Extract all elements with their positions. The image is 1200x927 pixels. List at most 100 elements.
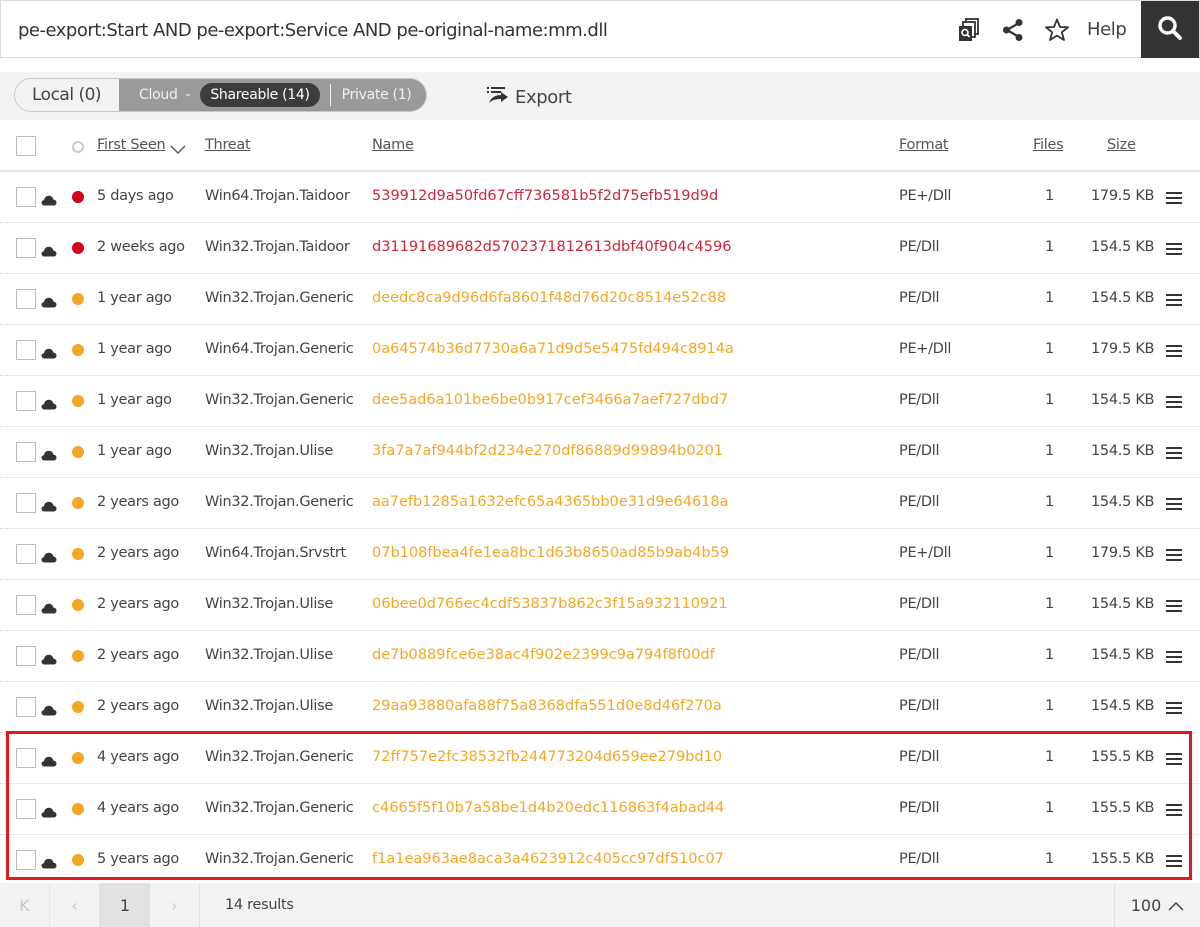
next-page-button[interactable]: › bbox=[150, 883, 200, 927]
column-threat[interactable]: Threat bbox=[205, 137, 251, 153]
row-checkbox[interactable] bbox=[16, 595, 36, 615]
row-menu-icon[interactable] bbox=[1166, 649, 1182, 668]
file-format: PE/Dll bbox=[899, 698, 940, 714]
table-row[interactable]: 2 years ago Win32.Trojan.Ulise 06bee0d766e… bbox=[0, 580, 1200, 631]
row-menu-icon[interactable] bbox=[1166, 547, 1182, 566]
row-checkbox[interactable] bbox=[16, 748, 36, 768]
row-checkbox[interactable] bbox=[16, 238, 36, 258]
file-count: 1 bbox=[1045, 749, 1054, 765]
row-menu-icon[interactable] bbox=[1166, 241, 1182, 260]
row-checkbox[interactable] bbox=[16, 799, 36, 819]
column-files[interactable]: Files bbox=[1033, 137, 1064, 153]
row-menu-icon[interactable] bbox=[1166, 343, 1182, 362]
sample-hash-link[interactable]: f1a1ea963ae8aca3a4623912c405cc97df510c07 bbox=[372, 851, 724, 867]
threat-name: Win32.Trojan.Ulise bbox=[205, 647, 333, 663]
row-checkbox[interactable] bbox=[16, 544, 36, 564]
share-icon[interactable] bbox=[998, 15, 1028, 45]
threat-name: Win32.Trojan.Generic bbox=[205, 749, 354, 765]
table-row[interactable]: 1 year ago Win32.Trojan.Generic dee5ad6a10… bbox=[0, 376, 1200, 427]
row-menu-icon[interactable] bbox=[1166, 802, 1182, 821]
sample-hash-link[interactable]: de7b0889fce6e38ac4f902e2399c9a794f8f00df bbox=[372, 647, 715, 663]
file-format: PE/Dll bbox=[899, 851, 940, 867]
local-tab[interactable]: Local (0) bbox=[15, 79, 120, 111]
status-dot bbox=[72, 446, 84, 458]
threat-name: Win64.Trojan.Srvstrt bbox=[205, 545, 346, 561]
row-checkbox[interactable] bbox=[16, 442, 36, 462]
column-size[interactable]: Size bbox=[1107, 137, 1136, 153]
sample-hash-link[interactable]: 539912d9a50fd67cff736581b5f2d75efb519d9d bbox=[372, 188, 718, 204]
private-tab[interactable]: Private (1) bbox=[342, 87, 412, 103]
help-link[interactable]: Help bbox=[1087, 19, 1127, 40]
sample-hash-link[interactable]: 0a64574b36d7730a6a71d9d5e5475fd494c8914a bbox=[372, 341, 734, 357]
row-menu-icon[interactable] bbox=[1166, 700, 1182, 719]
sample-hash-link[interactable]: 07b108fbea4fe1ea8bc1d63b8650ad85b9ab4b59 bbox=[372, 545, 729, 561]
row-menu-icon[interactable] bbox=[1166, 190, 1182, 209]
table-row[interactable]: 1 year ago Win32.Trojan.Generic deedc8ca9d… bbox=[0, 274, 1200, 325]
sample-hash-link[interactable]: d31191689682d5702371812613dbf40f904c4596 bbox=[372, 239, 731, 255]
sample-hash-link[interactable]: 72ff757e2fc38532fb244773204d659ee279bd10 bbox=[372, 749, 722, 765]
search-input[interactable] bbox=[18, 13, 918, 47]
status-dot bbox=[72, 497, 84, 509]
sample-hash-link[interactable]: 29aa93880afa88f75a8368dfa551d0e8d46f270a bbox=[372, 698, 722, 714]
table-row[interactable]: 1 year ago Win32.Trojan.Ulise 3fa7a7af944b… bbox=[0, 427, 1200, 478]
cloud-icon bbox=[41, 701, 57, 720]
first-page-button[interactable]: K bbox=[0, 883, 50, 927]
row-menu-icon[interactable] bbox=[1166, 496, 1182, 515]
status-filter-icon[interactable] bbox=[72, 141, 84, 153]
first-seen: 2 years ago bbox=[97, 647, 180, 663]
file-count: 1 bbox=[1045, 392, 1054, 408]
bulk-search-icon[interactable] bbox=[953, 15, 983, 45]
column-format[interactable]: Format bbox=[899, 137, 949, 153]
sample-hash-link[interactable]: c4665f5f10b7a58be1d4b20edc116863f4abad44 bbox=[372, 800, 724, 816]
table-row[interactable]: 4 years ago Win32.Trojan.Generic 72ff757e2… bbox=[0, 733, 1200, 784]
table-row[interactable]: 2 weeks ago Win32.Trojan.Taidoor d31191689… bbox=[0, 223, 1200, 274]
divider bbox=[329, 84, 331, 106]
table-row[interactable]: 2 years ago Win32.Trojan.Ulise 29aa93880af… bbox=[0, 682, 1200, 733]
prev-page-button[interactable]: ‹ bbox=[50, 883, 100, 927]
status-dot bbox=[72, 242, 84, 254]
search-button[interactable] bbox=[1141, 1, 1199, 58]
row-checkbox[interactable] bbox=[16, 187, 36, 207]
row-menu-icon[interactable] bbox=[1166, 598, 1182, 617]
row-menu-icon[interactable] bbox=[1166, 445, 1182, 464]
row-menu-icon[interactable] bbox=[1166, 292, 1182, 311]
star-icon[interactable] bbox=[1042, 15, 1072, 45]
results-count: 14 results bbox=[225, 897, 294, 913]
row-checkbox[interactable] bbox=[16, 493, 36, 513]
sample-hash-link[interactable]: deedc8ca9d96d6fa8601f48d76d20c8514e52c88 bbox=[372, 290, 726, 306]
column-first-seen[interactable]: First Seen bbox=[97, 137, 166, 153]
column-name[interactable]: Name bbox=[372, 137, 414, 153]
current-page[interactable]: 1 bbox=[100, 883, 150, 927]
table-row[interactable]: 4 years ago Win32.Trojan.Generic c4665f5f1… bbox=[0, 784, 1200, 835]
row-menu-icon[interactable] bbox=[1166, 751, 1182, 770]
table-row[interactable]: 2 years ago Win64.Trojan.Srvstrt 07b108fbe… bbox=[0, 529, 1200, 580]
row-checkbox[interactable] bbox=[16, 646, 36, 666]
export-button[interactable]: Export bbox=[486, 85, 572, 110]
table-row[interactable]: 2 years ago Win32.Trojan.Ulise de7b0889fce… bbox=[0, 631, 1200, 682]
row-checkbox[interactable] bbox=[16, 289, 36, 309]
sample-hash-link[interactable]: dee5ad6a101be6be0b917cef3466a7aef727dbd7 bbox=[372, 392, 728, 408]
row-checkbox[interactable] bbox=[16, 850, 36, 870]
table-row[interactable]: 2 years ago Win32.Trojan.Generic aa7efb128… bbox=[0, 478, 1200, 529]
per-page-select[interactable]: 100 bbox=[1114, 883, 1200, 927]
row-menu-icon[interactable] bbox=[1166, 394, 1182, 413]
sort-chevron-down-icon[interactable] bbox=[170, 140, 186, 159]
shareable-tab[interactable]: Shareable (14) bbox=[200, 83, 320, 107]
table-row[interactable]: 1 year ago Win64.Trojan.Generic 0a64574b36… bbox=[0, 325, 1200, 376]
row-checkbox[interactable] bbox=[16, 697, 36, 717]
table-row[interactable]: 5 years ago Win32.Trojan.Generic f1a1ea963… bbox=[0, 835, 1200, 886]
file-size: 154.5 KB bbox=[1091, 443, 1155, 459]
chevron-up-icon bbox=[1161, 896, 1184, 915]
file-size: 179.5 KB bbox=[1091, 188, 1155, 204]
file-count: 1 bbox=[1045, 800, 1054, 816]
row-menu-icon[interactable] bbox=[1166, 853, 1182, 872]
sample-hash-link[interactable]: 3fa7a7af944bf2d234e270df86889d99894b0201 bbox=[372, 443, 723, 459]
row-checkbox[interactable] bbox=[16, 340, 36, 360]
sample-hash-link[interactable]: 06bee0d766ec4cdf53837b862c3f15a932110921 bbox=[372, 596, 728, 612]
status-dot bbox=[72, 803, 84, 815]
sample-hash-link[interactable]: aa7efb1285a1632efc65a4365bb0e31d9e64618a bbox=[372, 494, 729, 510]
table-row[interactable]: 5 days ago Win64.Trojan.Taidoor 539912d9a5… bbox=[0, 172, 1200, 223]
row-checkbox[interactable] bbox=[16, 391, 36, 411]
file-count: 1 bbox=[1045, 647, 1054, 663]
select-all-checkbox[interactable] bbox=[16, 136, 36, 156]
